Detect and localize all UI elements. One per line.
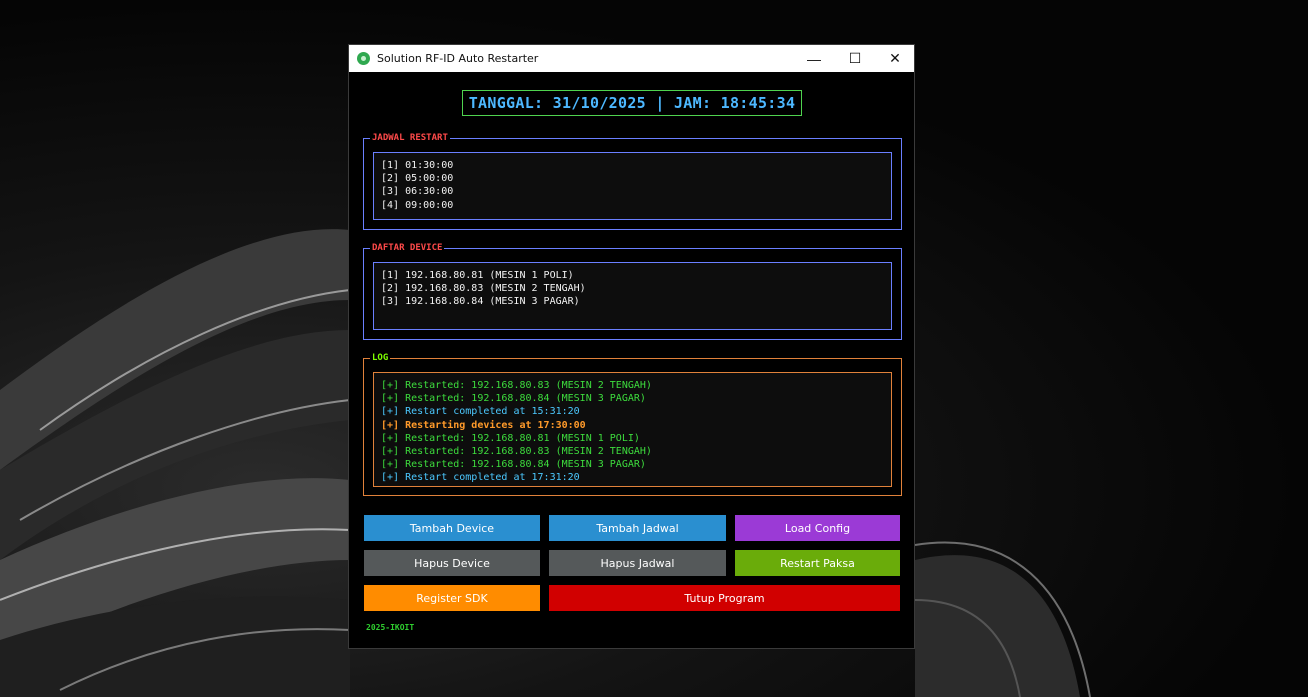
jadwal-restart-label: JADWAL RESTART [370, 132, 450, 144]
minimize-button[interactable]: — [793, 45, 835, 72]
date-time-display: TANGGAL: 31/10/2025 | JAM: 18:45:34 [462, 90, 802, 116]
jadwal-item: [1] 01:30:00 [381, 160, 454, 171]
footer-credit: 2025-IKOIT [366, 623, 415, 632]
device-item: [2] 192.168.80.83 (MESIN 2 TENGAH) [381, 283, 586, 295]
desktop-wallpaper: Solution RF-ID Auto Restarter — ☐ ✕ TANG… [0, 0, 1308, 697]
tutup-program-button[interactable]: Tutup Program [549, 585, 900, 611]
log-line: [+] Restarted: 192.168.80.83 (MESIN 2 TE… [381, 446, 652, 458]
log-output[interactable]: [+] Restarted: 192.168.80.83 (MESIN 2 TE… [373, 372, 892, 487]
log-line: [+] Restart completed at 15:31:20 [381, 406, 580, 418]
close-button[interactable]: ✕ [874, 45, 916, 72]
log-line: [+] Restarting devices at 17:30:00 [381, 419, 586, 431]
log-label: LOG [370, 352, 391, 364]
maximize-button[interactable]: ☐ [834, 45, 876, 72]
restart-paksa-button[interactable]: Restart Paksa [735, 550, 900, 576]
log-line: [+] Restarted: 192.168.80.83 (MESIN 2 TE… [381, 380, 652, 391]
jadwal-restart-group: JADWAL RESTART [1] 01:30:00 [2] 05:00:00[… [363, 132, 902, 230]
register-sdk-button[interactable]: Register SDK [364, 585, 540, 611]
hapus-device-button[interactable]: Hapus Device [364, 550, 540, 576]
log-line: [+] Restarted: 192.168.80.84 (MESIN 3 PA… [381, 459, 646, 471]
app-window[interactable]: Solution RF-ID Auto Restarter — ☐ ✕ TANG… [348, 44, 915, 649]
jadwal-item: [3] 06:30:00 [381, 186, 454, 198]
tambah-device-button[interactable]: Tambah Device [364, 515, 540, 541]
window-title: Solution RF-ID Auto Restarter [377, 52, 539, 65]
jadwal-list[interactable]: [1] 01:30:00 [2] 05:00:00 [3] 06:30:00 [4] … [373, 152, 892, 220]
daftar-device-label: DAFTAR DEVICE [370, 242, 445, 254]
tambah-jadwal-button[interactable]: Tambah Jadwal [549, 515, 726, 541]
hapus-jadwal-button[interactable]: Hapus Jadwal [549, 550, 726, 576]
log-group: LOG [+] Restarted: 192.168.80.83 (MESIN … [363, 352, 902, 496]
device-list[interactable]: [1] 192.168.80.81 (MESIN 1 POLI) [2] 192.… [373, 262, 892, 330]
jadwal-item: [4] 09:00:00 [381, 199, 454, 211]
device-item: [3] 192.168.80.84 (MESIN 3 PAGAR) [381, 296, 580, 308]
log-line: [+] Restarted: 192.168.80.84 (MESIN 3 PA… [381, 393, 646, 405]
log-line: [+] Restart completed at 17:31:20 [381, 472, 580, 484]
jadwal-item: [2] 05:00:00 [381, 173, 454, 185]
daftar-device-group: DAFTAR DEVICE [1] 192.168.80.81 (MESIN 1… [363, 242, 902, 340]
app-icon [357, 52, 370, 65]
device-item: [1] 192.168.80.81 (MESIN 1 POLI) [381, 270, 574, 281]
load-config-button[interactable]: Load Config [735, 515, 900, 541]
log-line: [+] Restarted: 192.168.80.81 (MESIN 1 PO… [381, 432, 640, 444]
title-bar[interactable]: Solution RF-ID Auto Restarter — ☐ ✕ [349, 45, 914, 72]
